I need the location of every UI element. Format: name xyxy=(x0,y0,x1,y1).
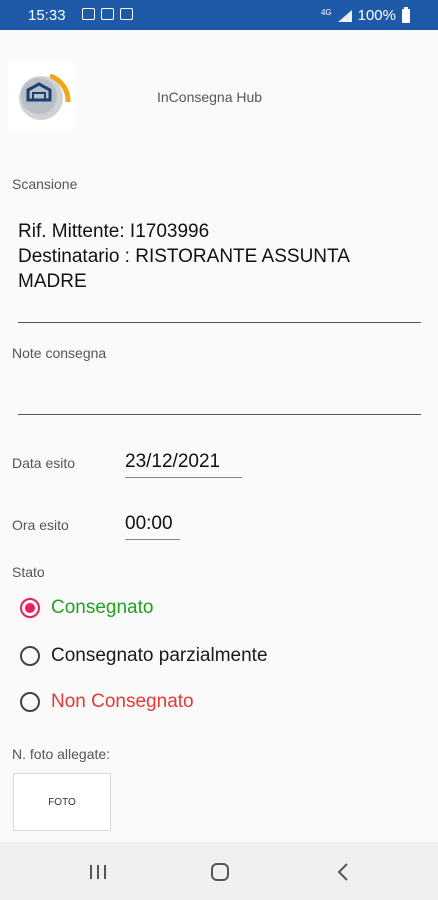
radio-checked-icon[interactable] xyxy=(20,598,40,618)
app-notification-icon xyxy=(120,8,133,20)
radio-consegnato[interactable]: Consegnato xyxy=(20,597,153,619)
radio-label: Non Consegnato xyxy=(51,691,194,712)
notes-underline xyxy=(18,414,421,415)
scan-result[interactable]: Rif. Mittente: I1703996 Destinatario : R… xyxy=(18,219,418,294)
scan-underline xyxy=(18,322,421,323)
status-right: 4G 100% xyxy=(320,6,410,24)
scan-line: Destinatario : RISTORANTE ASSUNTA xyxy=(18,246,350,267)
radio-unchecked-icon[interactable] xyxy=(20,646,40,666)
calendar-notification-icon xyxy=(101,8,114,20)
radio-consegnato-parzialmente[interactable]: Consegnato parzialmente xyxy=(20,645,268,667)
app-logo xyxy=(8,62,76,130)
radio-label: Consegnato parzialmente xyxy=(51,645,268,666)
scan-line: Rif. Mittente: I1703996 xyxy=(18,221,210,242)
date-label: Data esito xyxy=(12,455,76,471)
recent-apps-icon[interactable] xyxy=(86,860,110,884)
status-time: 15:33 xyxy=(28,7,66,24)
notes-input[interactable] xyxy=(18,370,421,414)
radio-unchecked-icon[interactable] xyxy=(20,692,40,712)
battery-level: 100% xyxy=(357,7,396,24)
photos-label: N. foto allegate: xyxy=(12,746,111,762)
app-title: InConsegna Hub xyxy=(157,89,263,105)
notes-label: Note consegna xyxy=(12,345,107,361)
radio-label: Consegnato xyxy=(51,597,154,618)
battery-icon xyxy=(402,6,410,23)
radio-non-consegnato[interactable]: Non Consegnato xyxy=(20,691,194,713)
date-field[interactable]: 23/12/2021 xyxy=(125,451,242,478)
time-field[interactable]: 00:00 xyxy=(125,513,180,540)
image-notification-icon xyxy=(82,8,95,20)
foto-button[interactable]: FOTO xyxy=(13,773,111,831)
scan-label: Scansione xyxy=(12,176,78,192)
network-type: 4G xyxy=(320,7,332,17)
status-label: Stato xyxy=(12,564,45,580)
status-bar: 15:33 4G 100% xyxy=(0,0,438,30)
home-icon[interactable] xyxy=(208,860,232,884)
navigation-bar xyxy=(0,842,438,900)
signal-icon xyxy=(337,9,352,22)
back-icon[interactable] xyxy=(331,860,355,884)
notification-icons xyxy=(82,8,133,20)
time-label: Ora esito xyxy=(12,517,69,533)
scan-line: MADRE xyxy=(18,271,87,292)
